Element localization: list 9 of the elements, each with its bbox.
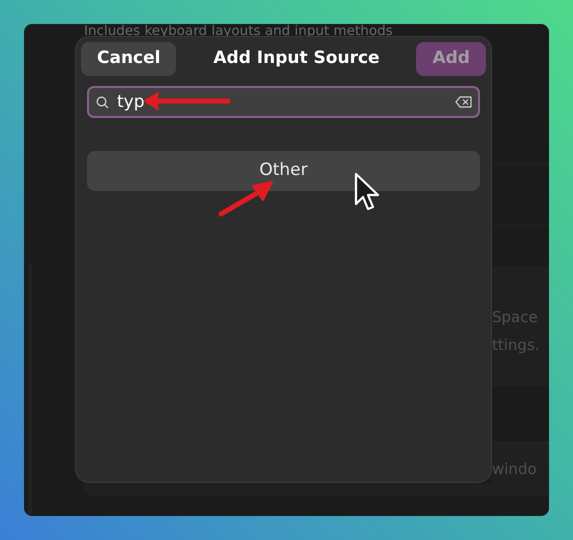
dialog-title: Add Input Source [213, 47, 380, 70]
search-field[interactable]: typ [87, 86, 480, 118]
description-text: Includes keyboard layouts and input methods [84, 24, 393, 41]
clear-icon[interactable] [455, 96, 472, 108]
search-icon [96, 96, 109, 109]
add-button: Add [416, 42, 486, 76]
result-row[interactable]: Other [87, 151, 480, 191]
cancel-button[interactable]: Cancel [81, 42, 176, 76]
mouse-pointer-icon [354, 172, 380, 212]
